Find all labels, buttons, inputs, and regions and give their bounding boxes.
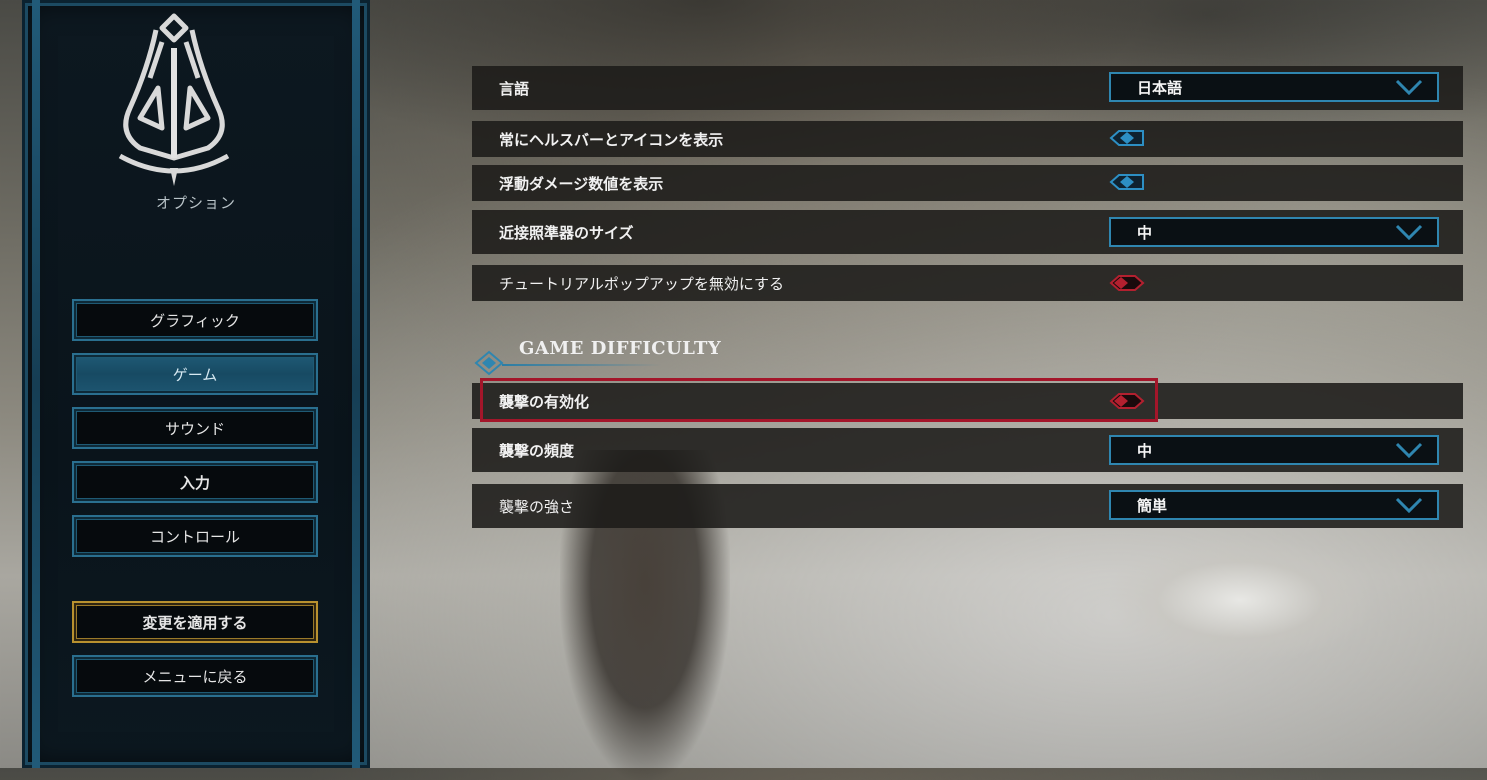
chevron-down-icon [1395, 442, 1423, 458]
setting-label-health-bar: 常にヘルスバーとアイコンを表示 [499, 130, 724, 149]
setting-row-raid-strength: 襲撃の強さ 簡単 [472, 484, 1463, 528]
setting-label-floating-damage: 浮動ダメージ数値を表示 [499, 174, 664, 193]
setting-row-raid-frequency: 襲撃の頻度 中 [472, 428, 1463, 472]
setting-row-raids-enabled: 襲撃の有効化 [472, 383, 1463, 419]
setting-label-tutorial-popups: チュートリアルポップアップを無効にする [499, 274, 785, 293]
game-difficulty-heading: GAME DIFFICULTY [519, 338, 722, 359]
back-to-menu-button[interactable]: メニューに戻る [72, 655, 318, 697]
language-value: 日本語 [1137, 78, 1183, 97]
setting-label-raids-enabled: 襲撃の有効化 [499, 392, 590, 411]
bell-crest-icon [118, 13, 230, 186]
setting-row-health-bar: 常にヘルスバーとアイコンを表示 [472, 121, 1463, 157]
reticle-size-dropdown[interactable]: 中 [1109, 217, 1439, 247]
apply-changes-button[interactable]: 変更を適用する [72, 601, 318, 643]
menu-game-button[interactable]: ゲーム [72, 353, 318, 395]
setting-row-floating-damage: 浮動ダメージ数値を表示 [472, 165, 1463, 201]
section-divider [502, 364, 662, 366]
setting-label-raid-frequency: 襲撃の頻度 [499, 441, 575, 460]
raid-strength-value: 簡単 [1137, 496, 1168, 515]
menu-graphics-button[interactable]: グラフィック [72, 299, 318, 341]
toggle-off-icon[interactable] [1109, 392, 1145, 410]
chevron-down-icon [1395, 497, 1423, 513]
setting-row-tutorial-popups: チュートリアルポップアップを無効にする [472, 265, 1463, 301]
chevron-down-icon [1395, 79, 1423, 95]
options-title: オプション [155, 194, 236, 212]
setting-label-reticle-size: 近接照準器のサイズ [499, 223, 634, 242]
language-dropdown[interactable]: 日本語 [1109, 72, 1439, 102]
setting-row-language: 言語 日本語 [472, 66, 1463, 110]
raid-strength-dropdown[interactable]: 簡単 [1109, 490, 1439, 520]
diamond-emblem-icon [474, 350, 504, 376]
menu-sound-button[interactable]: サウンド [72, 407, 318, 449]
toggle-on-icon[interactable] [1109, 173, 1145, 191]
raid-frequency-value: 中 [1137, 441, 1153, 460]
menu-input-button[interactable]: 入力 [72, 461, 318, 503]
chevron-down-icon [1395, 224, 1423, 240]
menu-controls-button[interactable]: コントロール [72, 515, 318, 557]
reticle-size-value: 中 [1137, 223, 1153, 242]
raid-frequency-dropdown[interactable]: 中 [1109, 435, 1439, 465]
toggle-off-icon[interactable] [1109, 274, 1145, 292]
background-snowy-sled [1110, 540, 1370, 660]
setting-row-reticle-size: 近接照準器のサイズ 中 [472, 210, 1463, 254]
setting-label-raid-strength: 襲撃の強さ [499, 497, 575, 516]
setting-label-language: 言語 [499, 79, 530, 98]
toggle-on-icon[interactable] [1109, 129, 1145, 147]
